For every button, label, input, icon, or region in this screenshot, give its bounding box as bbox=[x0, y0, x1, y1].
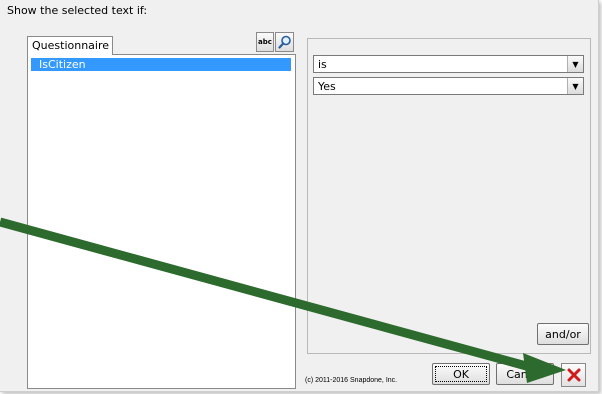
chevron-down-icon[interactable]: ▼ bbox=[567, 78, 583, 94]
and-or-button[interactable]: and/or bbox=[537, 323, 589, 345]
close-icon bbox=[567, 368, 580, 382]
condition-dialog: Show the selected text if: Questionnaire… bbox=[0, 0, 599, 392]
list-item-iscitizen[interactable]: IsCitizen bbox=[31, 58, 291, 71]
value-value: Yes bbox=[318, 80, 336, 93]
chevron-down-icon[interactable]: ▼ bbox=[567, 56, 583, 72]
dialog-caption: Show the selected text if: bbox=[7, 4, 148, 17]
spell-check-label: abc bbox=[258, 38, 272, 46]
tab-questionnaire[interactable]: Questionnaire bbox=[27, 36, 113, 55]
spell-check-button[interactable]: abc bbox=[256, 32, 274, 52]
variable-list[interactable]: IsCitizen bbox=[27, 54, 296, 389]
value-select[interactable]: Yes ▼ bbox=[313, 77, 584, 95]
magnifier-icon bbox=[277, 35, 291, 49]
operator-select[interactable]: is ▼ bbox=[313, 55, 584, 73]
ok-button[interactable]: OK bbox=[432, 363, 490, 385]
search-button[interactable] bbox=[275, 32, 294, 52]
copyright-text: (c) 2011-2016 Snapdone, Inc. bbox=[305, 377, 398, 384]
operator-value: is bbox=[318, 58, 327, 71]
cancel-button[interactable]: Cancel bbox=[496, 363, 554, 385]
close-button[interactable] bbox=[561, 363, 586, 387]
